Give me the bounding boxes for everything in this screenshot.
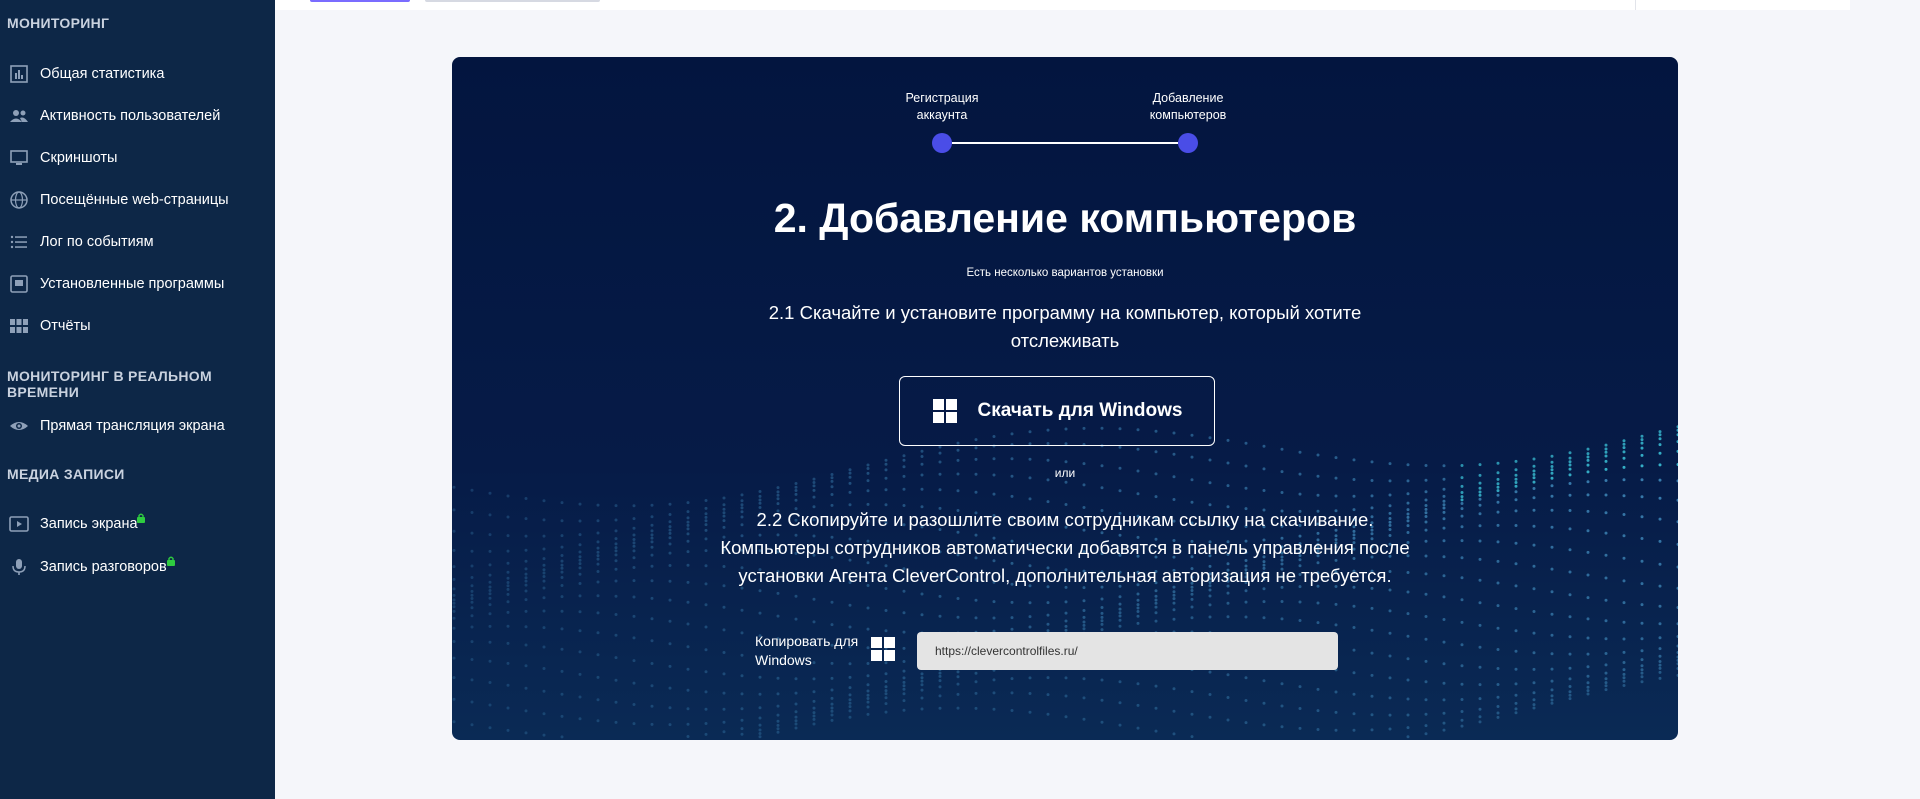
section-title-monitoring: МОНИТОРИНГ bbox=[7, 15, 110, 31]
install-options-subtitle: Есть несколько вариантов установки bbox=[966, 267, 1164, 279]
header-divider bbox=[1635, 0, 1636, 10]
lock-icon bbox=[136, 510, 146, 523]
sidebar-item-installed-programs[interactable]: Установленные программы bbox=[0, 264, 275, 304]
sidebar-item-label: Активность пользователей bbox=[40, 108, 221, 124]
option1-text: 2.1 Скачайте и установите программу на к… bbox=[768, 302, 1362, 351]
sidebar-item-reports[interactable]: Отчёты bbox=[0, 306, 275, 346]
globe-icon bbox=[8, 189, 30, 211]
or-divider-text: или bbox=[1054, 466, 1076, 480]
sidebar-item-screenshots[interactable]: Скриншоты bbox=[0, 138, 275, 178]
sidebar-item-label: Посещённые web-страницы bbox=[40, 192, 229, 208]
download-windows-button[interactable]: Скачать для Windows bbox=[899, 376, 1215, 446]
lock-icon bbox=[166, 553, 176, 566]
bar-chart-icon bbox=[8, 63, 30, 85]
video-icon bbox=[8, 513, 30, 535]
download-link-field[interactable]: https://clevercontrolfiles.ru/ bbox=[917, 632, 1338, 670]
sidebar-item-event-log[interactable]: Лог по событиям bbox=[0, 222, 275, 262]
step1-dot bbox=[932, 133, 952, 153]
sidebar-item-label: Скриншоты bbox=[40, 150, 118, 166]
sidebar-item-web-pages[interactable]: Посещённые web-страницы bbox=[0, 180, 275, 220]
sidebar-item-call-recording[interactable]: Запись разговоров bbox=[0, 547, 275, 587]
step1-label: Регистрация аккаунта bbox=[905, 91, 979, 122]
app-install-icon bbox=[8, 273, 30, 295]
top-header bbox=[275, 0, 1850, 10]
windows-icon bbox=[870, 636, 896, 662]
sidebar-item-general-stats[interactable]: Общая статистика bbox=[0, 54, 275, 94]
sidebar-item-user-activity[interactable]: Активность пользователей bbox=[0, 96, 275, 136]
section-title-media: МЕДИА ЗАПИСИ bbox=[7, 466, 125, 482]
step2-label: Добавление компьютеров bbox=[1149, 91, 1227, 122]
microphone-icon bbox=[8, 556, 30, 578]
option2-text: 2.2 Скопируйте и разошлите своим сотрудн… bbox=[720, 509, 1410, 586]
sidebar-item-label: Прямая трансляция экрана bbox=[40, 418, 225, 434]
monitor-icon bbox=[8, 147, 30, 169]
sidebar-item-label: Отчёты bbox=[40, 318, 91, 334]
sidebar-item-screen-recording[interactable]: Запись экрана bbox=[0, 504, 275, 544]
step2-dot bbox=[1178, 133, 1198, 153]
list-icon bbox=[8, 231, 30, 253]
users-icon bbox=[8, 105, 30, 127]
sidebar-item-live-stream[interactable]: Прямая трансляция экрана bbox=[0, 406, 275, 446]
windows-icon bbox=[932, 398, 958, 424]
sidebar-item-label: Лог по событиям bbox=[40, 234, 154, 250]
eye-icon bbox=[8, 415, 30, 437]
step-connector-line bbox=[952, 142, 1178, 144]
header-tab-active[interactable] bbox=[310, 0, 410, 2]
onboarding-card: Регистрация аккаунта Добавление компьюте… bbox=[452, 57, 1678, 740]
download-button-label: Скачать для Windows bbox=[977, 400, 1183, 421]
sidebar-item-label: Общая статистика bbox=[40, 66, 165, 82]
sidebar-item-label: Запись разговоров bbox=[40, 559, 167, 575]
grid-icon bbox=[8, 315, 30, 337]
sidebar-item-label: Установленные программы bbox=[40, 276, 225, 292]
sidebar-item-label: Запись экрана bbox=[40, 516, 138, 532]
header-tab[interactable] bbox=[425, 0, 600, 2]
section-title-realtime: МОНИТОРИНГ В РЕАЛЬНОМ ВРЕМЕНИ bbox=[7, 368, 212, 400]
sidebar: МОНИТОРИНГ Общая статистика Активность п… bbox=[0, 0, 275, 799]
page-title: 2. Добавление компьютеров bbox=[773, 195, 1357, 241]
copy-for-windows-label: Копировать для Windows bbox=[755, 633, 859, 668]
